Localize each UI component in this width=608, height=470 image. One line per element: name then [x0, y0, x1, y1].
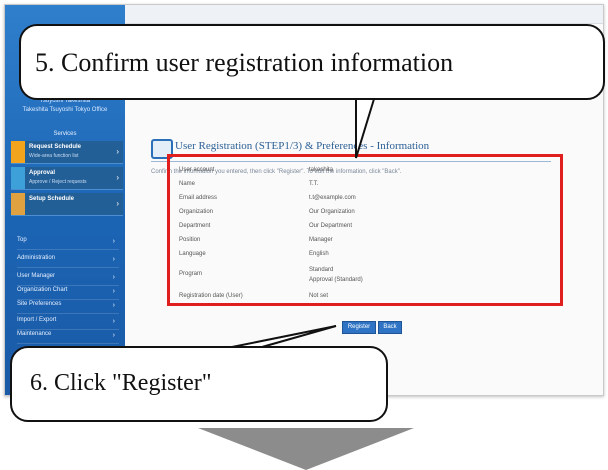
- card-subtitle: Wide-area function list: [29, 153, 79, 159]
- sidebar-item-label: Maintenance: [17, 331, 52, 337]
- card-title: Approval: [29, 170, 56, 176]
- sidebar-item-label: Top: [17, 237, 27, 243]
- chevron-right-icon: ›: [112, 332, 115, 339]
- sidebar-item-maintenance[interactable]: Maintenance ›: [17, 331, 119, 344]
- chevron-right-icon: ›: [112, 302, 115, 309]
- chevron-right-icon: ›: [116, 173, 119, 182]
- sidebar-item-top[interactable]: Top ›: [17, 237, 119, 250]
- sidebar-section-label: Services: [53, 131, 77, 137]
- top-bar: [125, 5, 603, 24]
- request-icon: [11, 141, 25, 163]
- callout-step-5: 5. Confirm user registration information: [19, 24, 605, 100]
- callout-step-6-text: 6. Click "Register": [30, 370, 212, 396]
- page-title: User Registration (STEP1/3) & Preference…: [175, 140, 430, 152]
- sidebar-item-label: User Manager: [17, 273, 56, 279]
- chevron-right-icon: ›: [116, 147, 119, 156]
- sidebar-item-label: Administration: [17, 255, 56, 261]
- register-button[interactable]: Register: [342, 321, 376, 334]
- down-arrow-icon: [198, 428, 414, 470]
- approval-icon: [11, 167, 25, 189]
- chevron-right-icon: ›: [112, 256, 115, 263]
- chevron-right-icon: ›: [112, 274, 115, 281]
- sidebar-card-setup[interactable]: Setup Schedule ›: [11, 193, 123, 216]
- sidebar-item-label: Site Preferences: [17, 301, 62, 307]
- chevron-right-icon: ›: [112, 238, 115, 245]
- card-title: Setup Schedule: [29, 196, 75, 202]
- user-detail: Takeshita Tsuyoshi Tokyo Office: [22, 107, 108, 113]
- card-title: Request Schedule: [29, 144, 82, 150]
- sidebar-item-label: Import / Export: [17, 317, 57, 323]
- chevron-right-icon: ›: [112, 288, 115, 295]
- sidebar-item-preferences[interactable]: Site Preferences ›: [17, 301, 119, 314]
- setup-icon: [11, 193, 25, 215]
- sidebar-item-organization[interactable]: Organization Chart ›: [17, 287, 119, 300]
- sidebar-item-administration[interactable]: Administration ›: [17, 255, 119, 268]
- sidebar-card-approval[interactable]: Approval Approve / Reject requests ›: [11, 167, 123, 190]
- chevron-right-icon: ›: [116, 199, 119, 208]
- sidebar-card-request[interactable]: Request Schedule Wide-area function list…: [11, 141, 123, 164]
- sidebar-item-user-manager[interactable]: User Manager ›: [17, 273, 119, 286]
- sidebar-item-import[interactable]: Import / Export ›: [17, 317, 119, 330]
- card-subtitle: Approve / Reject requests: [29, 179, 87, 185]
- back-button[interactable]: Back: [378, 321, 402, 334]
- callout-step-6: 6. Click "Register": [10, 346, 388, 422]
- sidebar-item-label: Organization Chart: [17, 287, 68, 293]
- chevron-right-icon: ›: [112, 318, 115, 325]
- callout-step-5-text: 5. Confirm user registration information: [35, 48, 454, 77]
- highlight-box: [167, 154, 563, 306]
